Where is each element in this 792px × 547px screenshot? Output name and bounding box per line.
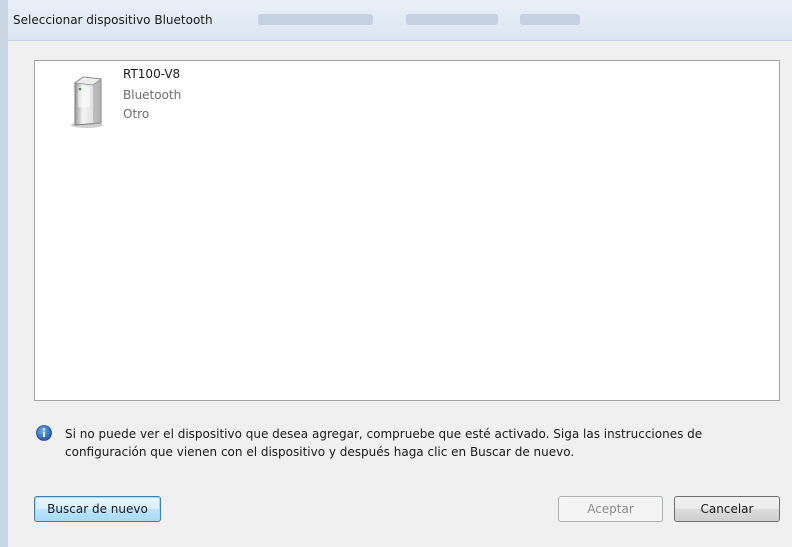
device-name: RT100-V8 [123,67,181,81]
device-category: Otro [123,107,150,121]
background-toolbar-blur [520,14,580,25]
list-item[interactable]: RT100-V8 Bluetooth Otro [43,65,283,135]
device-list[interactable]: RT100-V8 Bluetooth Otro [34,60,780,401]
accept-button[interactable]: Aceptar [558,496,663,522]
info-message: Si no puede ver el dispositivo que desea… [65,427,703,459]
cancel-button[interactable]: Cancelar [674,496,780,522]
device-type: Bluetooth [123,88,182,102]
generic-device-icon [71,76,103,128]
background-toolbar-blur [406,14,498,25]
bluetooth-dialog: Seleccionar dispositivo Bluetooth RT100-… [0,0,792,547]
search-again-button[interactable]: Buscar de nuevo [34,496,161,522]
title-bar[interactable]: Seleccionar dispositivo Bluetooth [8,0,792,41]
window-title: Seleccionar dispositivo Bluetooth [13,13,213,27]
background-toolbar-blur [258,14,373,25]
info-icon [36,425,52,441]
